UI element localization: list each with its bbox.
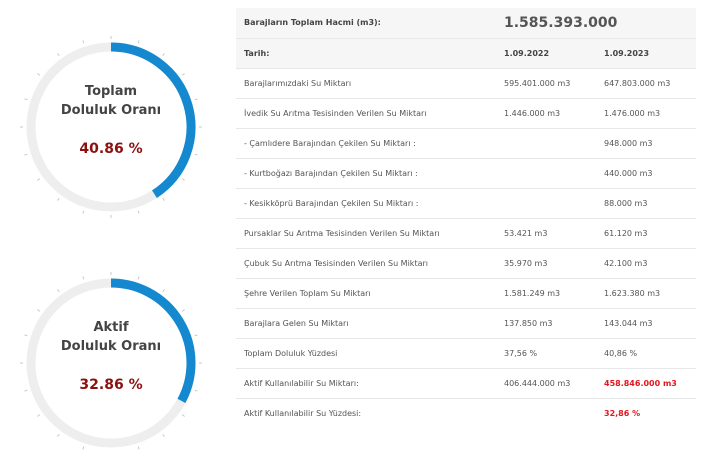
row-value-2022: 1.581.249 m3 [496,278,596,309]
table-row: Aktif Kullanılabilir Su Miktarı: 406.444.… [236,368,696,399]
table-row: Barajlara Gelen Su Miktarı 137.850 m3 143.… [236,308,696,339]
row-value-2022: 37,56 % [496,338,596,369]
row-value-2023: 143.044 m3 [596,308,696,339]
table-row: Pursaklar Su Arıtma Tesisinden Verilen S… [236,218,696,249]
total-gauge-value: 40.86 % [79,141,143,157]
row-value-2023: 948.000 m3 [596,128,696,159]
date-label: Tarih: [236,38,496,69]
total-fill-gauge-ring [20,36,202,218]
row-value-2022 [496,158,596,189]
gauge-tick [137,40,140,44]
gauge-tick [82,210,85,214]
dam-statistics-table: Barajların Toplam Hacmi (m3): 1.585.393.… [236,8,696,428]
row-value-2022: 595.401.000 m3 [496,68,596,99]
table-row: Şehre Verilen Toplam Su Miktarı 1.581.249… [236,278,696,309]
row-value-2023: 61.120 m3 [596,218,696,249]
total-volume-value: 1.585.393.000 [496,8,696,39]
row-value-2022: 137.850 m3 [496,308,596,339]
total-gauge-label-line2: Doluluk Oranı [60,103,162,118]
table-row: - Çamlıdere Barajından Çekilen Su Miktar… [236,128,696,159]
row-label: - Çamlıdere Barajından Çekilen Su Miktar… [236,128,496,159]
gauge-tick [37,414,41,417]
row-value-2022 [496,398,596,428]
row-label: Toplam Doluluk Yüzdesi [236,338,496,369]
row-value-2023: 88.000 m3 [596,188,696,219]
row-label: İvedik Su Arıtma Tesisinden Verilen Su M… [236,98,496,129]
gauges-panel: Toplam Doluluk Oranı 40.86 % Aktif Dolul… [0,0,230,450]
row-label: - Kurtboğazı Barajından Çekilen Su Mikta… [236,158,496,189]
row-label: Barajlara Gelen Su Miktarı [236,308,496,339]
gauge-tick [181,414,185,417]
gauge-tick [57,289,60,293]
gauge-tick [37,73,41,76]
date-col-1: 1.09.2022 [496,38,596,69]
table-row: Toplam Doluluk Yüzdesi 37,56 % 40,86 % [236,338,696,369]
table-row: İvedik Su Arıtma Tesisinden Verilen Su M… [236,98,696,129]
total-fill-gauge: Toplam Doluluk Oranı 40.86 % [20,36,202,218]
date-header-row: Tarih: 1.09.2022 1.09.2023 [236,38,696,69]
row-value-2022: 1.446.000 m3 [496,98,596,129]
row-value-2023: 40,86 % [596,338,696,369]
gauge-tick [82,40,85,44]
row-value-2022: 35.970 m3 [496,248,596,279]
gauge-tick [37,178,41,181]
gauge-tick [137,210,140,214]
row-value-2023: 647.803.000 m3 [596,68,696,99]
row-value-2022 [496,188,596,219]
row-value-2023: 440.000 m3 [596,158,696,189]
row-value-2022: 406.444.000 m3 [496,368,596,399]
row-value-2023: 458.846.000 m3 [596,368,696,399]
row-label: - Kesikköprü Barajından Çekilen Su Mikta… [236,188,496,219]
gauge-tick [162,289,165,293]
row-label: Şehre Verilen Toplam Su Miktarı [236,278,496,309]
table-row: Barajlarımızdaki Su Miktarı 595.401.000 m… [236,68,696,99]
gauge-tick [181,178,185,181]
total-volume-row: Barajların Toplam Hacmi (m3): 1.585.393.… [236,8,696,39]
row-value-2023: 42.100 m3 [596,248,696,279]
row-value-2023: 1.623.380 m3 [596,278,696,309]
row-label: Aktif Kullanılabilir Su Miktarı: [236,368,496,399]
active-fill-gauge: Aktif Doluluk Oranı 32.86 % [20,272,202,450]
date-col-2: 1.09.2023 [596,38,696,69]
gauge-tick [137,276,140,280]
row-label: Pursaklar Su Arıtma Tesisinden Verilen S… [236,218,496,249]
table-row: Çubuk Su Arıtma Tesisinden Verilen Su Mi… [236,248,696,279]
total-volume-label: Barajların Toplam Hacmi (m3): [236,8,496,39]
table-row: Aktif Kullanılabilir Su Yüzdesi: 32,86 % [236,398,696,428]
gauge-tick [181,73,185,76]
gauge-tick [57,433,60,437]
gauge-tick [37,309,41,312]
gauge-tick [181,309,185,312]
total-gauge-label: Toplam Doluluk Oranı [22,82,200,120]
row-value-2023: 1.476.000 m3 [596,98,696,129]
row-label: Barajlarımızdaki Su Miktarı [236,68,496,99]
row-value-2022: 53.421 m3 [496,218,596,249]
table-row: - Kesikköprü Barajından Çekilen Su Mikta… [236,188,696,219]
table-row: - Kurtboğazı Barajından Çekilen Su Mikta… [236,158,696,189]
gauge-tick [162,433,165,437]
active-gauge-value: 32.86 % [79,377,143,393]
gauge-tick [57,53,60,57]
gauge-tick [137,446,140,450]
gauge-tick [57,197,60,201]
gauge-tick [82,276,85,280]
gauge-tick [82,446,85,450]
active-gauge-label-line2: Doluluk Oranı [60,339,162,354]
total-gauge-label-line1: Toplam [84,84,138,99]
gauge-tick [162,53,165,57]
row-label: Aktif Kullanılabilir Su Yüzdesi: [244,408,362,418]
active-gauge-label-line1: Aktif [93,320,129,335]
row-label: Çubuk Su Arıtma Tesisinden Verilen Su Mi… [236,248,496,279]
gauge-tick [162,197,165,201]
gauge-fill-arc [110,42,196,198]
active-gauge-label: Aktif Doluluk Oranı [22,318,200,356]
row-value-2022 [496,128,596,159]
active-fill-gauge-ring [20,272,202,450]
row-value-2023: 32,86 % [604,408,641,418]
